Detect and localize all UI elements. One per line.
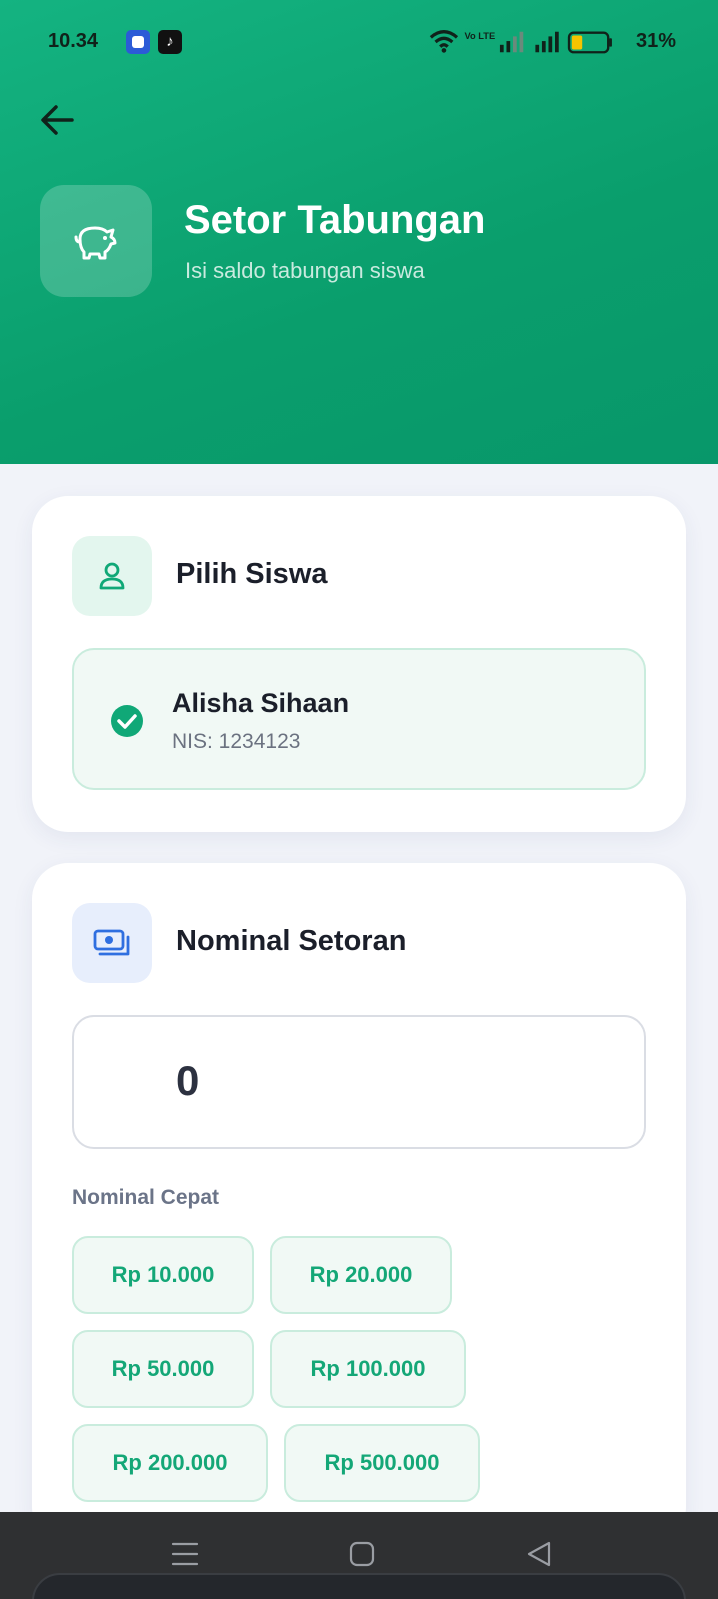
tiktok-icon: ♪ [158, 30, 182, 54]
system-nav-bar [0, 1512, 718, 1599]
signal-bars-1-icon [499, 31, 524, 53]
status-bar: 10.34 ♪ Vo LTE 31% [0, 0, 718, 84]
amount-input[interactable]: 0 [72, 1015, 646, 1149]
signal-icons: Vo LTE [429, 30, 612, 54]
back-button[interactable] [34, 96, 82, 144]
student-icon-box [72, 536, 152, 616]
cash-icon [93, 929, 130, 956]
status-time: 10.34 [48, 30, 99, 52]
student-section-title: Pilih Siswa [176, 558, 328, 590]
selected-student[interactable]: Alisha Sihaan NIS: 1234123 [72, 648, 646, 790]
page-title: Setor Tabungan [184, 198, 486, 242]
quick-amount-chip[interactable]: Rp 10.000 [72, 1236, 254, 1314]
menu-icon [171, 1542, 199, 1566]
student-card: Pilih Siswa Alisha Sihaan NIS: 1234123 [32, 496, 686, 832]
amount-card: Nominal Setoran 0 Nominal Cepat Rp 10.00… [32, 863, 686, 1543]
header-banner: 10.34 ♪ Vo LTE 31% Setor Tabungan Isi sa… [0, 0, 718, 464]
header-icon-box [40, 185, 152, 297]
page-subtitle: Isi saldo tabungan siswa [185, 258, 425, 283]
battery-percent: 31% [636, 30, 677, 52]
quick-amount-label: Nominal Cepat [72, 1186, 220, 1209]
wifi-icon [429, 30, 459, 53]
amount-section-title: Nominal Setoran [176, 925, 407, 957]
student-nis: NIS: 1234123 [172, 730, 301, 753]
user-icon [99, 562, 125, 590]
check-circle-icon [111, 705, 143, 737]
nav-back-button[interactable] [515, 1530, 563, 1578]
volte-label: Vo LTE [464, 31, 495, 41]
back-triangle-icon [527, 1541, 551, 1567]
quick-amount-chip[interactable]: Rp 200.000 [72, 1424, 268, 1502]
home-icon [349, 1541, 375, 1567]
bottom-action-bar [32, 1573, 686, 1599]
quick-amount-chip[interactable]: Rp 50.000 [72, 1330, 254, 1408]
arrow-left-icon [41, 105, 74, 135]
nav-home-button[interactable] [338, 1530, 386, 1578]
student-name: Alisha Sihaan [172, 688, 350, 718]
battery-icon [567, 31, 612, 54]
signal-bars-2-icon [535, 31, 559, 53]
nav-menu-button[interactable] [161, 1530, 209, 1578]
piggy-bank-icon [74, 226, 117, 260]
edu-app-icon [126, 30, 150, 54]
quick-amount-chip[interactable]: Rp 20.000 [270, 1236, 452, 1314]
amount-icon-box [72, 903, 152, 983]
quick-amount-chip[interactable]: Rp 500.000 [284, 1424, 480, 1502]
amount-value: 0 [176, 1057, 200, 1104]
quick-amount-chip[interactable]: Rp 100.000 [270, 1330, 466, 1408]
